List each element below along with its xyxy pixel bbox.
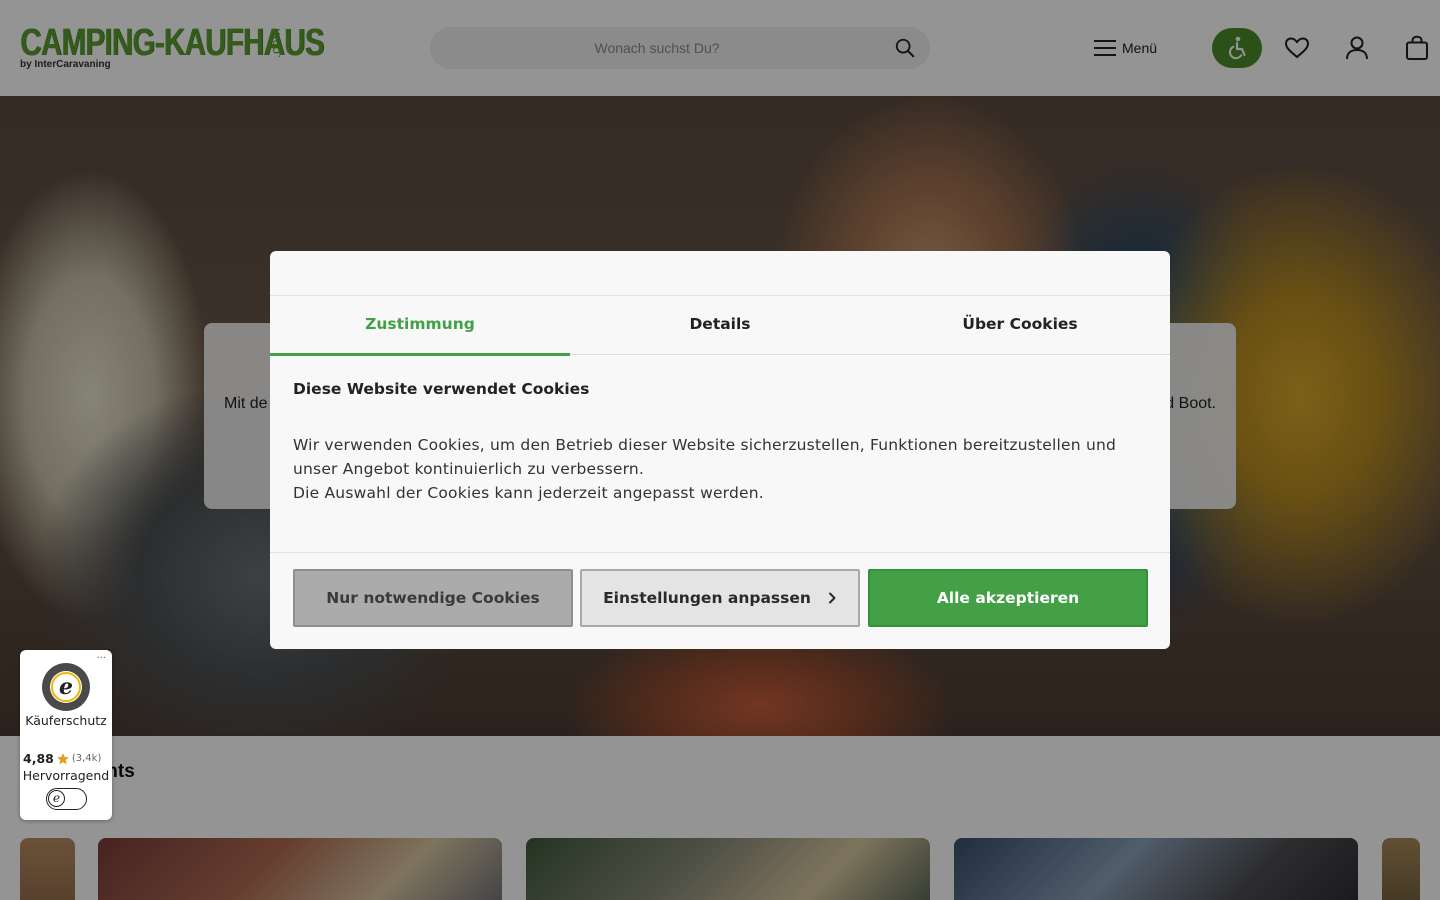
tab-about-cookies[interactable]: Über Cookies <box>870 297 1170 355</box>
more-options-icon[interactable]: ... <box>96 650 106 661</box>
buyer-protection-label: Käuferschutz <box>25 713 107 728</box>
trusted-shops-e-icon: e <box>48 790 65 807</box>
tab-details[interactable]: Details <box>570 297 870 355</box>
cookie-dialog-header <box>270 251 1170 296</box>
svg-text:e: e <box>59 674 73 700</box>
accept-all-button[interactable]: Alle akzeptieren <box>868 569 1148 627</box>
cookie-tabs: Zustimmung Details Über Cookies <box>270 297 1170 356</box>
cookie-dialog-body: Diese Website verwendet Cookies Wir verw… <box>293 378 1153 505</box>
rating-value: 4,88 <box>23 751 54 766</box>
rating-count: (3,4k) <box>71 753 102 764</box>
cookie-dialog: Zustimmung Details Über Cookies Diese We… <box>270 251 1170 649</box>
cookie-description: Wir verwenden Cookies, um den Betrieb di… <box>293 436 1117 478</box>
tab-consent[interactable]: Zustimmung <box>270 297 570 356</box>
chevron-right-icon <box>828 592 836 604</box>
rating-grade: Hervorragend <box>22 768 110 783</box>
cookie-dialog-footer: Nur notwendige Cookies Einstellungen anp… <box>270 552 1170 649</box>
trusted-shops-seal-icon: e <box>42 663 90 711</box>
necessary-cookies-label: Nur notwendige Cookies <box>326 589 540 607</box>
accept-all-label: Alle akzeptieren <box>936 589 1080 607</box>
rating: 4,88 (3,4k) <box>23 751 101 766</box>
cookie-dialog-title: Diese Website verwendet Cookies <box>293 380 590 398</box>
cookie-change-note: Die Auswahl der Cookies kann jederzeit a… <box>293 484 764 502</box>
star-icon <box>57 752 69 764</box>
customize-settings-label: Einstellungen anpassen <box>603 589 811 607</box>
customize-settings-button[interactable]: Einstellungen anpassen <box>580 569 860 627</box>
trusted-shops-toggle[interactable]: e <box>46 788 87 810</box>
trusted-shops-badge[interactable]: ... e Käuferschutz 4,88 (3,4k) Hervorrag… <box>20 650 112 820</box>
necessary-cookies-button[interactable]: Nur notwendige Cookies <box>293 569 573 627</box>
